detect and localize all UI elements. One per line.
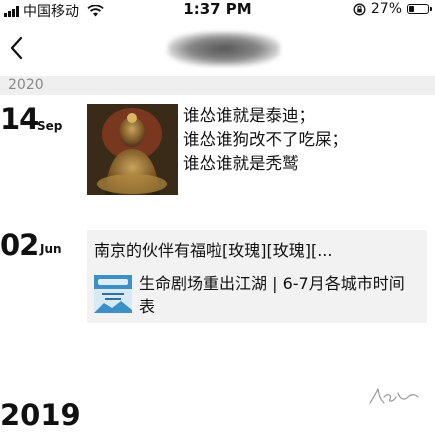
share-caption: 南京的伙伴有福啦[玫瑰][玫瑰][... [94, 241, 333, 260]
next-year-header: 2019 [0, 398, 81, 432]
moment-photo-thumbnail[interactable] [87, 104, 178, 195]
article-cover-image [94, 275, 132, 313]
chevron-left-icon [10, 36, 23, 60]
moment-date-month: Jun [40, 242, 62, 256]
signature-watermark [369, 388, 419, 404]
moment-date-day: 14 [0, 102, 39, 136]
battery-percent: 27% [370, 1, 402, 17]
moment-text-line: 谁怂谁就是泰迪； [183, 106, 315, 125]
moment-text-line: 谁怂谁就是秃鹫 [183, 154, 299, 173]
back-button[interactable] [6, 34, 28, 62]
battery-level-fill [409, 6, 414, 12]
moment-date-day: 02 [0, 228, 39, 262]
moment-text[interactable]: 谁怂谁就是泰迪； 谁怂谁狗改不了吃屎； 谁怂谁就是秃鹫 [183, 104, 348, 176]
blurred-profile-name [168, 32, 280, 66]
status-bar: 中国移动 1:37 PM 27% [0, 0, 435, 20]
year-label: 2020 [8, 77, 44, 93]
shared-article-card[interactable]: 南京的伙伴有福啦[玫瑰][玫瑰][... 生命剧场重出江湖 | 6-7月各城市时… [87, 230, 427, 323]
orientation-lock-icon [353, 3, 366, 15]
buddha-statue-image [87, 104, 178, 195]
article-title: 生命剧场重出江湖 | 6-7月各城市时间表 [139, 274, 405, 316]
article-thumbnail [94, 275, 132, 313]
battery-icon [407, 4, 432, 14]
nav-bar [0, 18, 435, 76]
status-bar-right: 27% [353, 1, 432, 17]
year-header: 2020 [0, 76, 435, 95]
moment-date-month: Sep [37, 119, 63, 133]
moment-text-line: 谁怂谁狗改不了吃屎； [183, 130, 348, 149]
